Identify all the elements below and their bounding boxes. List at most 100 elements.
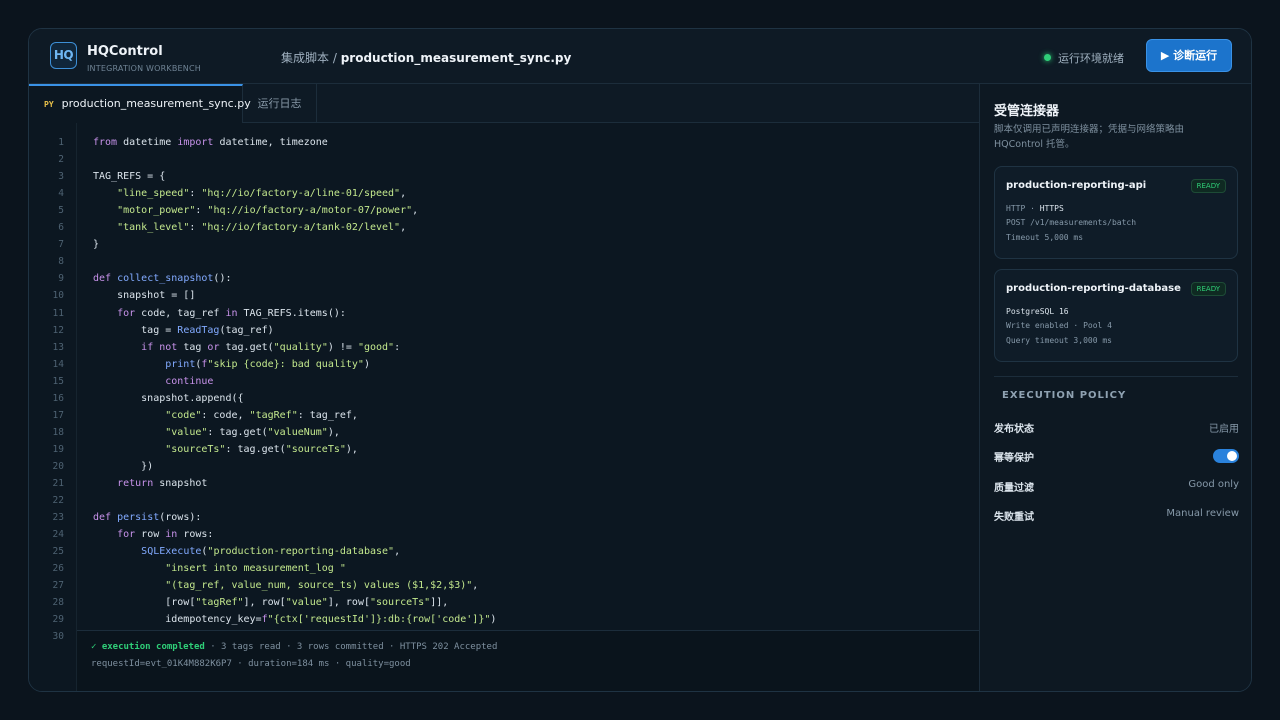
code-line[interactable]: "sourceTs": tag.get("sourceTs"), (93, 444, 358, 455)
code-line[interactable]: if not tag or tag.get("quality") != "goo… (93, 342, 400, 353)
code-line[interactable]: snapshot.append({ (93, 393, 243, 404)
connector-timeout: Query timeout 3,000 ms (1006, 336, 1112, 345)
line-number: 15 (52, 375, 64, 387)
code-line[interactable]: print(f"skip {code}: bad quality") (93, 359, 370, 370)
connector-card-api[interactable]: production-reporting-api READY HTTP · HT… (994, 166, 1238, 259)
code-line[interactable]: "(tag_ref, value_num, source_ts) values … (93, 580, 478, 591)
line-number: 13 (52, 341, 64, 353)
tab-label: production_measurement_sync.py (61, 97, 251, 110)
line-number-gutter: 1 2 3 4 5 6 7 8 9 10 11 12 13 14 15 16 17 18 19 20 21 22 23 24 2… (29, 123, 77, 691)
code-line[interactable]: continue (93, 376, 213, 387)
connector-write-mode: Write enabled · Pool 4 (1006, 321, 1112, 330)
line-number: 4 (58, 188, 64, 200)
code-line[interactable]: TAG_REFS = { (93, 171, 165, 182)
connector-protocol-value: HTTPS (1039, 204, 1064, 213)
connector-protocol-prefix: HTTP · (1006, 204, 1040, 213)
status-badge: READY (1190, 179, 1226, 193)
connector-panel: 受管连接器 脚本仅调用已声明连接器；凭据与网络策略由 HQControl 托管。… (979, 84, 1251, 691)
connector-card-database[interactable]: production-reporting-database READY Post… (994, 269, 1238, 362)
connector-timeout: Timeout 5,000 ms (1006, 233, 1084, 242)
line-number: 20 (52, 460, 64, 472)
line-number: 2 (58, 154, 64, 166)
tab-script-file[interactable]: PY production_measurement_sync.py (29, 84, 251, 123)
execution-summary: ✓ execution completed · 3 tags read · 3 … (91, 642, 497, 652)
status-badge: READY (1190, 282, 1226, 296)
section-divider (994, 376, 1238, 377)
policy-value-publish: 已启用 (1209, 424, 1239, 435)
code-line[interactable]: idempotency_key=f"{ctx['requestId']}:db:… (93, 614, 496, 625)
policy-value-quality: Good only (1188, 479, 1239, 490)
line-number: 22 (52, 495, 64, 507)
line-number: 24 (52, 529, 64, 541)
code-line[interactable]: def collect_snapshot(): (93, 273, 231, 284)
policy-value-retry: Manual review (1166, 508, 1239, 519)
code-line[interactable]: "code": code, "tagRef": tag_ref, (93, 410, 358, 421)
code-line[interactable]: } (93, 239, 99, 250)
line-number: 1 (58, 137, 64, 148)
code-editor[interactable]: 1 2 3 4 5 6 7 8 9 10 11 12 13 14 15 16 17 18 19 20 21 22 23 24 2… (29, 123, 979, 691)
code-line[interactable]: SQLExecute("production-reporting-databas… (93, 546, 400, 557)
line-number: 3 (58, 171, 64, 183)
line-number: 12 (52, 324, 64, 336)
python-file-icon: PY (44, 100, 54, 109)
line-number: 14 (52, 358, 64, 370)
code-line[interactable]: "line_speed": "hq://io/factory-a/line-01… (93, 188, 406, 199)
code-line[interactable]: "motor_power": "hq://io/factory-a/motor-… (93, 205, 418, 216)
line-number: 27 (52, 580, 64, 592)
execution-status-panel: ✓ execution completed · 3 tags read · 3 … (77, 630, 979, 691)
policy-section-title: EXECUTION POLICY (1002, 390, 1127, 401)
breadcrumb-parent[interactable]: 集成脚本 / (281, 51, 337, 65)
env-status: 运行环境就绪 (1044, 50, 1124, 66)
policy-label-publish: 发布状态 (994, 424, 1034, 435)
line-number: 7 (58, 239, 64, 251)
line-number: 9 (58, 273, 64, 285)
line-number: 5 (58, 205, 64, 217)
connector-engine: PostgreSQL 16 (1006, 307, 1069, 316)
toggle-knob (1227, 451, 1237, 461)
diagnostic-run-button[interactable]: ▶ 诊断运行 (1146, 39, 1232, 72)
line-number: 23 (52, 512, 64, 524)
code-line[interactable]: for row in rows: (93, 529, 213, 540)
idempotency-toggle[interactable] (1213, 449, 1239, 463)
panel-title: 受管连接器 (994, 104, 1060, 119)
line-number: 30 (52, 631, 64, 643)
execution-details: requestId=evt_01K4M882K6P7 · duration=18… (91, 659, 411, 669)
code-line[interactable]: "insert into measurement_log " (93, 563, 346, 574)
code-line[interactable]: "tank_level": "hq://io/factory-a/tank-02… (93, 222, 406, 233)
code-line[interactable]: [row["tagRef"], row["value"], row["sourc… (93, 597, 448, 608)
line-number: 28 (52, 597, 64, 609)
policy-label-idempotency: 幂等保护 (994, 453, 1034, 464)
code-line[interactable]: snapshot = [] (93, 290, 195, 301)
app-window: HQ HQControl INTEGRATION WORKBENCH 集成脚本 … (28, 28, 1252, 692)
code-line[interactable]: return snapshot (93, 478, 207, 489)
line-number: 25 (52, 546, 64, 558)
tab-run-log[interactable]: 运行日志 (243, 84, 317, 123)
code-line[interactable]: }) (93, 461, 153, 472)
line-number: 6 (58, 222, 64, 234)
line-number: 18 (52, 426, 64, 438)
editor-tabs: PY production_measurement_sync.py 运行日志 (29, 84, 979, 123)
code-line[interactable]: "value": tag.get("valueNum"), (93, 427, 340, 438)
policy-label-quality: 质量过滤 (994, 483, 1034, 494)
code-line[interactable]: def persist(rows): (93, 512, 201, 523)
execution-summary-text: · 3 tags read · 3 rows committed · HTTPS… (204, 642, 498, 652)
breadcrumb: 集成脚本 / production_measurement_sync.py (281, 49, 571, 66)
policy-label-retry: 失败重试 (994, 512, 1034, 523)
line-number: 17 (52, 409, 64, 421)
line-number: 19 (52, 443, 64, 455)
connector-name: production-reporting-api (1006, 180, 1147, 191)
env-status-label: 运行环境就绪 (1058, 52, 1124, 65)
connector-protocol: HTTP · HTTPS (1006, 204, 1064, 213)
panel-description: 脚本仅调用已声明连接器；凭据与网络策略由 HQControl 托管。 (994, 124, 1185, 150)
line-number: 16 (52, 392, 64, 404)
brand-logo: HQ (50, 42, 77, 69)
line-number: 21 (52, 478, 64, 489)
line-number: 11 (52, 307, 64, 319)
code-line[interactable]: from datetime import datetime, timezone (93, 137, 328, 148)
top-bar: HQ HQControl INTEGRATION WORKBENCH 集成脚本 … (29, 29, 1251, 84)
code-line[interactable]: tag = ReadTag(tag_ref) (93, 325, 273, 336)
brand-name: HQControl (87, 44, 163, 59)
code-line[interactable]: for code, tag_ref in TAG_REFS.items(): (93, 308, 346, 319)
status-dot-icon (1044, 54, 1051, 61)
line-number: 8 (58, 256, 64, 268)
